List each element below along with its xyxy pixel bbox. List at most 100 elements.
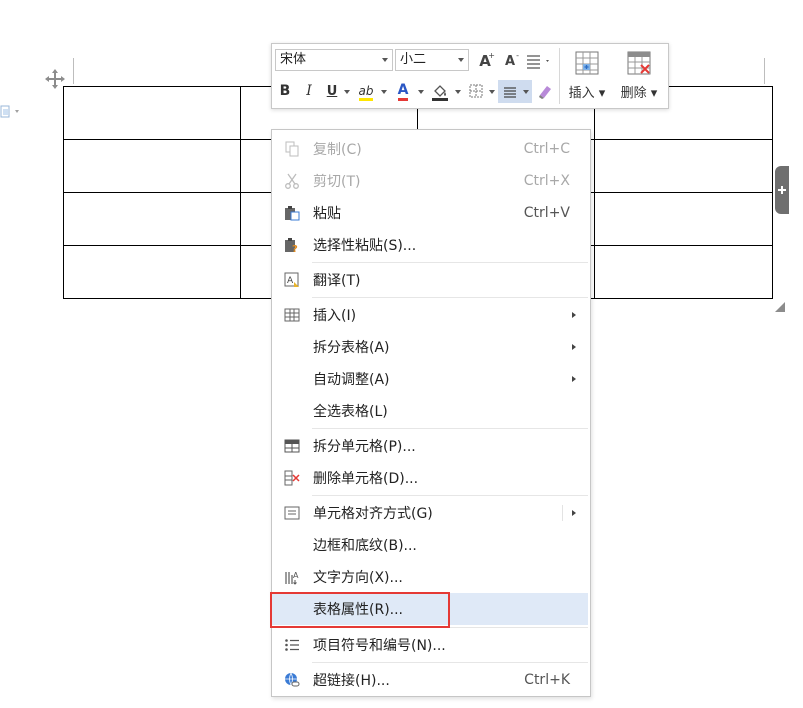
menu-item-select-table[interactable]: 全选表格(L) [272, 395, 588, 427]
text-direction-icon: A [284, 569, 300, 585]
delete-table-icon [627, 51, 651, 75]
menu-item-label: 剪切(T) [313, 174, 361, 190]
menu-item-shortcut: Ctrl+K [524, 672, 570, 688]
chevron-down-icon[interactable] [381, 90, 387, 94]
menu-item-cut[interactable]: 剪切(T) Ctrl+X [272, 165, 588, 197]
menu-item-label: 项目符号和编号(N)... [313, 638, 446, 654]
svg-text:A: A [287, 276, 294, 286]
shrink-font-button[interactable]: A - [500, 51, 520, 71]
menu-divider [312, 262, 588, 263]
paint-bucket-icon [432, 85, 448, 101]
chevron-down-icon[interactable] [418, 90, 424, 94]
paste-icon [284, 205, 300, 221]
underline-icon: U [326, 83, 338, 99]
underline-button[interactable]: U [324, 81, 340, 101]
menu-item-label: 翻译(T) [313, 273, 361, 289]
table-cell[interactable] [594, 245, 773, 299]
paste-options-icon[interactable] [0, 104, 22, 118]
shading-button[interactable] [429, 81, 451, 103]
eraser-icon [539, 86, 551, 99]
menu-item-split-table[interactable]: 拆分表格(A) [272, 331, 588, 363]
line-spacing-button[interactable] [524, 51, 552, 71]
translate-icon: A [284, 272, 300, 288]
menu-item-shortcut: Ctrl+C [523, 141, 570, 157]
line-spacing-icon [527, 55, 549, 69]
svg-text:A: A [293, 571, 299, 580]
format-painter-button[interactable] [535, 81, 555, 101]
menu-divider [312, 495, 588, 496]
table-resize-handle-icon[interactable] [774, 298, 786, 312]
table-cell[interactable] [63, 139, 241, 193]
insert-label: 插入 [568, 86, 595, 101]
menu-item-hyperlink[interactable]: 超链接(H)... Ctrl+K [272, 664, 588, 696]
menu-item-bullets-numbering[interactable]: 项目符号和编号(N)... [272, 629, 588, 661]
grow-font-button[interactable]: A + [475, 51, 495, 71]
font-family-value: 宋体 [280, 52, 307, 67]
table-cell[interactable] [63, 86, 241, 140]
menu-item-paste[interactable]: 粘贴 Ctrl+V [272, 197, 588, 229]
submenu-arrow-icon [572, 344, 576, 350]
font-size-select[interactable]: 小二 [395, 49, 469, 71]
menu-item-label: 自动调整(A) [313, 372, 390, 388]
chevron-down-icon[interactable] [489, 90, 495, 94]
menu-divider [312, 662, 588, 663]
cell-align-icon [284, 505, 300, 521]
table-cell[interactable] [63, 192, 241, 246]
table-cell[interactable] [594, 192, 773, 246]
menu-item-translate[interactable]: A 翻译(T) [272, 264, 588, 296]
copy-icon [284, 141, 300, 157]
paste-special-icon: ? [284, 237, 300, 255]
menu-item-label: 选择性粘贴(S)... [313, 238, 417, 254]
insert-button[interactable]: 插入 ▾ [564, 50, 610, 104]
submenu-divider [562, 505, 563, 521]
align-button[interactable] [498, 80, 532, 103]
menu-item-label: 全选表格(L) [313, 404, 388, 420]
shrink-font-icon: A [504, 53, 516, 69]
floating-format-toolbar: 宋体 小二 A + A - B I U ab A 插入 ▾ 删除 ▾ [271, 43, 669, 109]
menu-item-delete-cells[interactable]: 删除单元格(D)... [272, 462, 588, 494]
menu-item-copy[interactable]: 复制(C) Ctrl+C [272, 133, 588, 165]
page-margin-top [73, 58, 74, 84]
menu-item-shortcut: Ctrl+V [523, 205, 570, 221]
menu-item-split-cells[interactable]: 拆分单元格(P)... [272, 430, 588, 462]
chevron-down-icon [458, 58, 464, 62]
add-column-button[interactable] [775, 166, 789, 214]
menu-item-paste-special[interactable]: ? 选择性粘贴(S)... [272, 229, 588, 261]
font-size-value: 小二 [400, 52, 427, 67]
delete-button[interactable]: 删除 ▾ [616, 50, 662, 104]
menu-item-label: 单元格对齐方式(G) [313, 506, 433, 522]
bold-button[interactable]: B [277, 81, 293, 101]
chevron-down-icon[interactable] [344, 90, 350, 94]
svg-text:?: ? [292, 244, 298, 253]
highlight-button[interactable]: ab [354, 81, 378, 103]
chevron-down-icon[interactable] [455, 90, 461, 94]
italic-button[interactable]: I [301, 81, 317, 101]
submenu-arrow-icon [572, 376, 576, 382]
menu-item-text-direction[interactable]: A 文字方向(X)... [272, 561, 588, 593]
menu-divider [312, 428, 588, 429]
plus-icon [778, 186, 786, 194]
insert-table-icon [575, 51, 599, 75]
menu-item-label: 插入(I) [313, 308, 357, 324]
toolbar-divider [559, 48, 560, 104]
menu-item-label: 文字方向(X)... [313, 570, 403, 586]
table-cell[interactable] [594, 139, 773, 193]
menu-item-autofit[interactable]: 自动调整(A) [272, 363, 588, 395]
menu-item-borders-shading[interactable]: 边框和底纹(B)... [272, 529, 588, 561]
page-margin-top-right [764, 58, 765, 84]
menu-item-shortcut: Ctrl+X [523, 173, 570, 189]
delete-label: 删除 [620, 86, 647, 101]
submenu-arrow-icon [572, 312, 576, 318]
menu-item-cell-alignment[interactable]: 单元格对齐方式(G) [272, 497, 588, 529]
menu-item-label: 超链接(H)... [313, 673, 390, 689]
hyperlink-icon [284, 672, 300, 688]
menu-item-label: 边框和底纹(B)... [313, 538, 417, 554]
borders-button[interactable] [466, 81, 486, 101]
bullet-list-icon [284, 637, 300, 653]
chevron-down-icon [382, 58, 388, 62]
font-family-select[interactable]: 宋体 [275, 49, 393, 71]
italic-icon: I [306, 83, 312, 99]
menu-item-insert[interactable]: 插入(I) [272, 299, 588, 331]
table-cell[interactable] [63, 245, 241, 299]
font-color-button[interactable]: A [392, 81, 414, 103]
